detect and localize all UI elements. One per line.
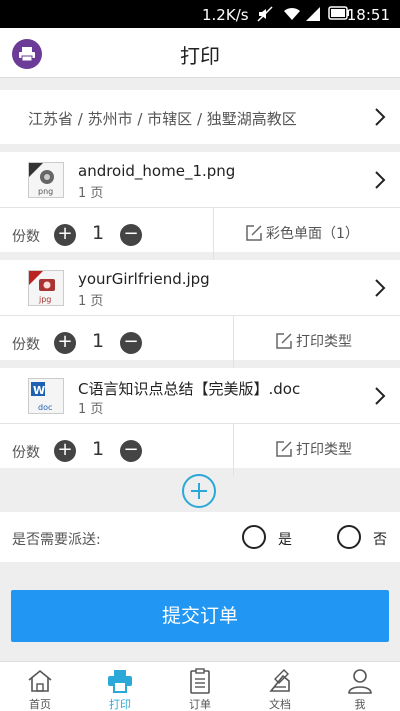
submit-order-button[interactable]: 提交订单 bbox=[11, 590, 389, 642]
increase-copies-button[interactable]: + bbox=[54, 224, 76, 246]
clock: 18:51 bbox=[346, 6, 390, 24]
png-file-icon: png bbox=[28, 162, 64, 198]
chevron-right-icon bbox=[375, 171, 386, 189]
person-icon bbox=[348, 669, 372, 694]
add-file-row bbox=[0, 472, 400, 510]
jpg-file-icon: jpg bbox=[28, 270, 64, 306]
tab-documents[interactable]: 文档 bbox=[240, 662, 320, 711]
document-icon bbox=[269, 669, 290, 692]
delivery-no-label: 否 bbox=[373, 532, 387, 548]
svg-text:W: W bbox=[33, 384, 45, 397]
divider bbox=[213, 208, 214, 260]
print-type-selector[interactable]: 彩色单面（1） bbox=[245, 223, 359, 243]
tab-label: 订单 bbox=[189, 698, 211, 711]
tab-label: 我 bbox=[354, 698, 366, 711]
printer-icon bbox=[108, 670, 132, 693]
chevron-right-icon bbox=[375, 279, 386, 297]
delivery-option: 是否需要派送: 是 否 bbox=[0, 512, 400, 562]
copies-value: 1 bbox=[92, 330, 105, 352]
bottom-tab-bar: 首页 打印 订单 文档 我 bbox=[0, 661, 400, 711]
tab-label: 首页 bbox=[29, 698, 51, 711]
file-row[interactable]: png android_home_1.png 1 页 bbox=[0, 152, 400, 208]
file-row[interactable]: jpg yourGirlfriend.jpg 1 页 bbox=[0, 260, 400, 316]
file-name: C语言知识点总结【完美版】.doc bbox=[78, 380, 301, 398]
network-speed: 1.2K/s bbox=[202, 6, 249, 24]
file-card: jpg yourGirlfriend.jpg 1 页 份数 + 1 − 打印类型 bbox=[0, 260, 400, 368]
edit-icon bbox=[276, 441, 292, 457]
tab-home[interactable]: 首页 bbox=[0, 662, 80, 711]
file-pages: 1 页 bbox=[78, 402, 104, 417]
svg-text:png: png bbox=[38, 187, 53, 196]
copies-label: 份数 bbox=[12, 445, 40, 461]
copies-label: 份数 bbox=[12, 337, 40, 353]
page-title: 打印 bbox=[180, 44, 220, 68]
tab-print[interactable]: 打印 bbox=[80, 662, 160, 711]
file-pages: 1 页 bbox=[78, 186, 104, 201]
delivery-yes-label: 是 bbox=[278, 532, 292, 548]
tab-me[interactable]: 我 bbox=[320, 662, 400, 711]
print-type-label: 打印类型 bbox=[296, 442, 352, 458]
edit-icon bbox=[246, 225, 262, 241]
decrease-copies-button[interactable]: − bbox=[120, 440, 142, 462]
address-text: 江苏省 / 苏州市 / 市辖区 / 独墅湖高教区 bbox=[28, 110, 297, 128]
file-pages: 1 页 bbox=[78, 294, 104, 309]
copies-row: 份数 + 1 − 彩色单面（1） bbox=[0, 208, 400, 260]
increase-copies-button[interactable]: + bbox=[54, 332, 76, 354]
copies-value: 1 bbox=[92, 222, 105, 244]
clipboard-icon bbox=[190, 668, 210, 694]
svg-text:jpg: jpg bbox=[38, 295, 51, 304]
decrease-copies-button[interactable]: − bbox=[120, 224, 142, 246]
delivery-no-radio[interactable] bbox=[337, 525, 361, 549]
status-bar: 1.2K/s 18:51 bbox=[0, 0, 400, 28]
file-name: android_home_1.png bbox=[78, 162, 236, 180]
mute-icon bbox=[257, 6, 273, 22]
tab-label: 打印 bbox=[109, 698, 131, 711]
divider bbox=[233, 316, 234, 368]
edit-icon bbox=[276, 333, 292, 349]
print-type-label: 彩色单面（1） bbox=[266, 226, 359, 242]
app-header: 打印 bbox=[0, 28, 400, 78]
file-card: W doc C语言知识点总结【完美版】.doc 1 页 份数 + 1 − 打印类… bbox=[0, 368, 400, 476]
add-file-button[interactable] bbox=[182, 474, 216, 508]
copies-value: 1 bbox=[92, 438, 105, 460]
print-type-selector[interactable]: 打印类型 bbox=[275, 331, 352, 351]
copies-row: 份数 + 1 − 打印类型 bbox=[0, 424, 400, 476]
decrease-copies-button[interactable]: − bbox=[120, 332, 142, 354]
wifi-icon bbox=[284, 7, 300, 20]
word-file-icon: W doc bbox=[28, 378, 64, 414]
print-type-label: 打印类型 bbox=[296, 334, 352, 350]
address-selector[interactable]: 江苏省 / 苏州市 / 市辖区 / 独墅湖高教区 bbox=[0, 90, 400, 144]
svg-text:doc: doc bbox=[38, 403, 52, 412]
copies-row: 份数 + 1 − 打印类型 bbox=[0, 316, 400, 368]
divider bbox=[233, 424, 234, 476]
delivery-label: 是否需要派送: bbox=[12, 532, 101, 548]
chevron-right-icon bbox=[375, 108, 386, 126]
tab-label: 文档 bbox=[269, 698, 291, 711]
file-row[interactable]: W doc C语言知识点总结【完美版】.doc 1 页 bbox=[0, 368, 400, 424]
file-card: png android_home_1.png 1 页 份数 + 1 − 彩色单面… bbox=[0, 152, 400, 260]
print-type-selector[interactable]: 打印类型 bbox=[275, 439, 352, 459]
tab-orders[interactable]: 订单 bbox=[160, 662, 240, 711]
signal-icon bbox=[306, 7, 320, 21]
file-name: yourGirlfriend.jpg bbox=[78, 270, 210, 288]
home-icon bbox=[28, 669, 52, 692]
chevron-right-icon bbox=[375, 387, 386, 405]
copies-label: 份数 bbox=[12, 229, 40, 245]
increase-copies-button[interactable]: + bbox=[54, 440, 76, 462]
delivery-yes-radio[interactable] bbox=[242, 525, 266, 549]
